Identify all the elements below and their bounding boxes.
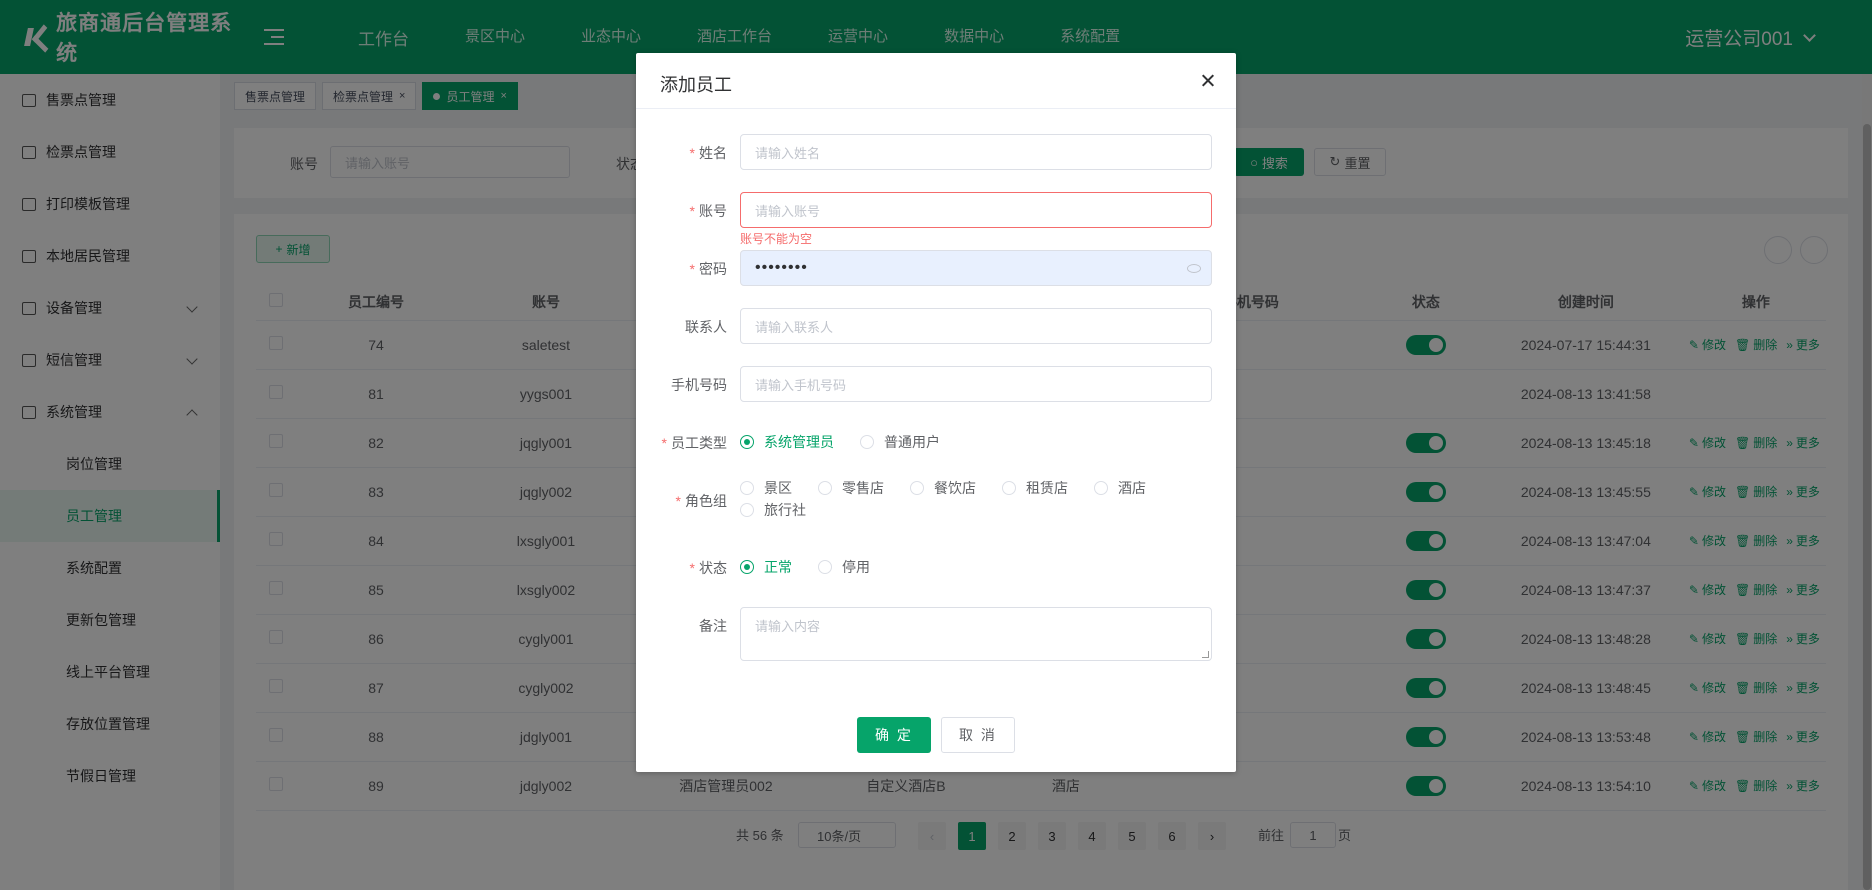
password-value: •••••••• <box>755 259 808 276</box>
radio-status-disabled[interactable]: 停用 <box>818 556 870 578</box>
radio-role-scenic[interactable]: 景区 <box>740 477 792 499</box>
name-field[interactable]: 请输入姓名 <box>740 134 1212 170</box>
radio-circle <box>740 503 754 517</box>
radio-circle <box>740 435 754 449</box>
role-group-radio-group: 景区 零售店 餐饮店 租赁店 酒店 旅行社 <box>740 477 1210 521</box>
radio-circle <box>1094 481 1108 495</box>
dialog-title: 添加员工 <box>660 75 732 95</box>
phone-label: 手机号码 <box>671 377 727 393</box>
radio-circle <box>740 481 754 495</box>
radio-status-normal[interactable]: 正常 <box>740 556 792 578</box>
status-radio-group: 正常 停用 <box>740 556 1210 578</box>
remark-textarea[interactable]: 请输入内容 <box>740 607 1212 661</box>
dialog-divider <box>636 108 1236 109</box>
staff-type-radio-group: 系统管理员 普通用户 <box>740 431 1210 453</box>
radio-circle <box>740 560 754 574</box>
password-label: * 密码 <box>689 261 727 277</box>
add-staff-dialog: 添加员工 * 姓名 请输入姓名 * 账号 请输入账号 账号不能为空 * 密码 ••••… <box>636 53 1236 772</box>
radio-role-restaurant[interactable]: 餐饮店 <box>910 477 976 499</box>
password-field[interactable]: •••••••• <box>740 250 1212 286</box>
remark-placeholder: 请输入内容 <box>755 619 821 634</box>
radio-circle <box>860 435 874 449</box>
cancel-button[interactable]: 取 消 <box>941 717 1015 753</box>
radio-normal-user[interactable]: 普通用户 <box>860 431 940 453</box>
radio-role-travel-agency[interactable]: 旅行社 <box>740 499 806 521</box>
role-group-label: * 角色组 <box>675 493 727 509</box>
radio-circle <box>818 481 832 495</box>
radio-circle <box>818 560 832 574</box>
eye-icon[interactable] <box>1187 264 1201 273</box>
remark-label: 备注 <box>699 618 727 634</box>
radio-role-rental[interactable]: 租赁店 <box>1002 477 1068 499</box>
account-label: * 账号 <box>689 203 727 219</box>
radio-role-retail[interactable]: 零售店 <box>818 477 884 499</box>
confirm-button[interactable]: 确 定 <box>857 717 931 753</box>
account-field[interactable]: 请输入账号 <box>740 192 1212 228</box>
close-icon[interactable] <box>1198 71 1218 91</box>
radio-role-hotel[interactable]: 酒店 <box>1094 477 1146 499</box>
resize-handle-icon[interactable] <box>1202 651 1209 658</box>
name-label: * 姓名 <box>689 145 727 161</box>
contact-field[interactable]: 请输入联系人 <box>740 308 1212 344</box>
phone-field[interactable]: 请输入手机号码 <box>740 366 1212 402</box>
radio-circle <box>910 481 924 495</box>
account-error-message: 账号不能为空 <box>740 232 813 246</box>
radio-circle <box>1002 481 1016 495</box>
contact-label: 联系人 <box>685 319 727 335</box>
staff-type-label: * 员工类型 <box>661 435 727 451</box>
status-label: * 状态 <box>689 560 727 576</box>
radio-system-admin[interactable]: 系统管理员 <box>740 431 834 453</box>
